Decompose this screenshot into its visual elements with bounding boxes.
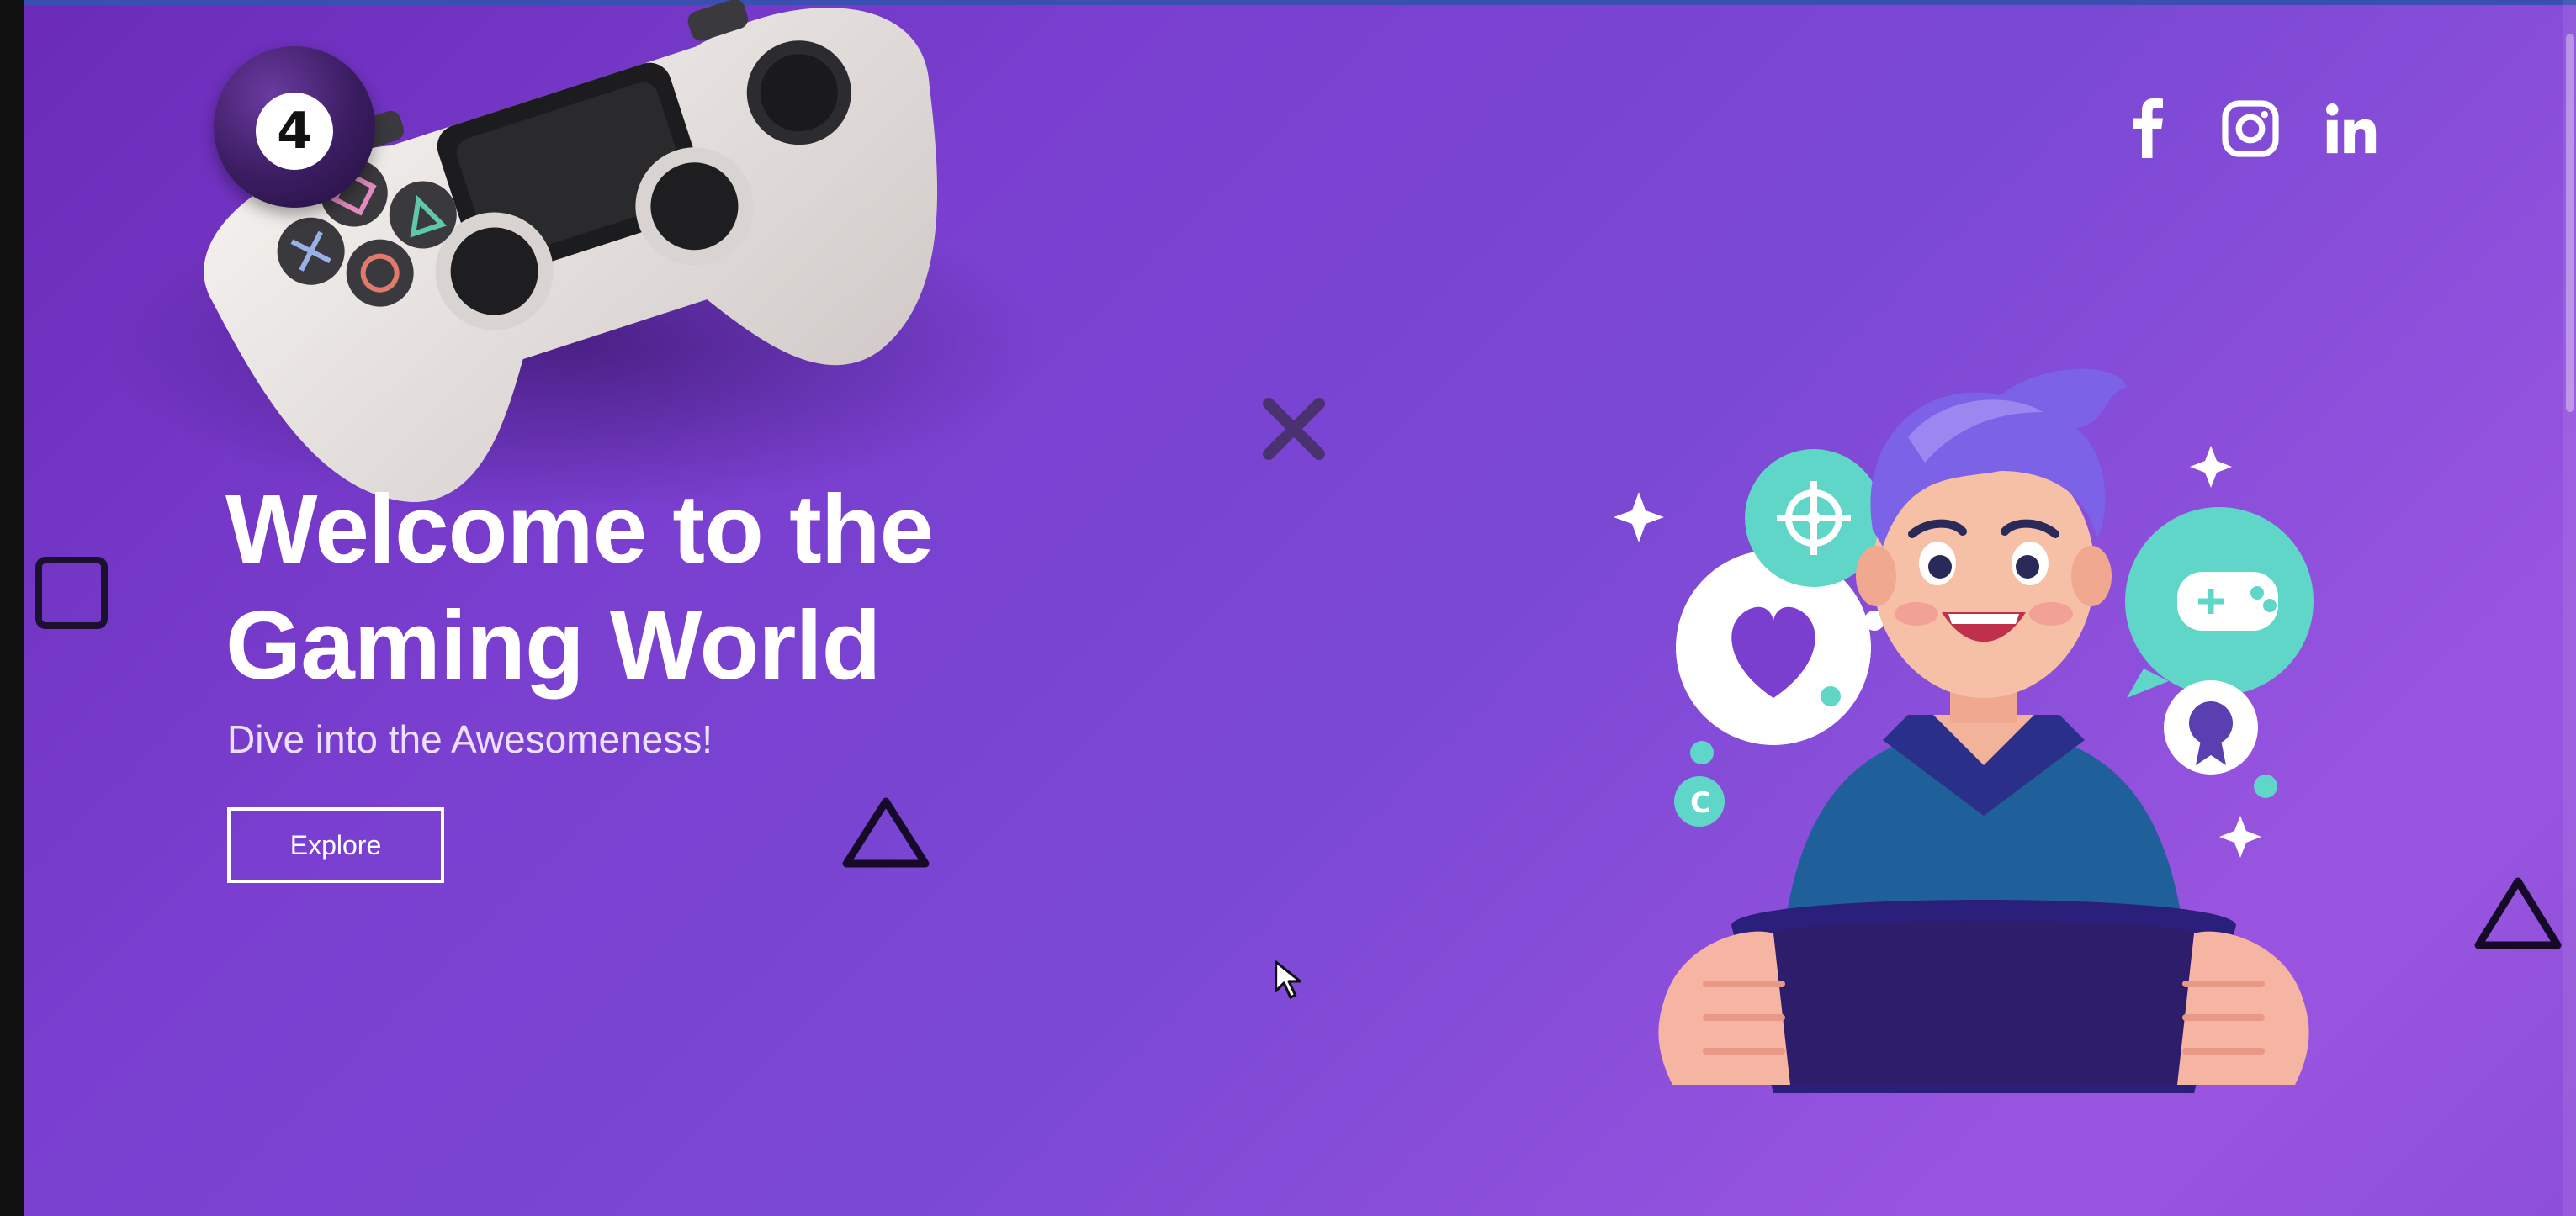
headline-line-2: Gaming World bbox=[225, 590, 882, 700]
x-shape bbox=[1263, 398, 1325, 460]
mouse-cursor bbox=[1275, 960, 1301, 999]
brand-logo[interactable]: 4 bbox=[214, 46, 375, 208]
headline-line-1: Welcome to the bbox=[225, 474, 934, 584]
logo-number: 4 bbox=[256, 93, 333, 170]
linkedin-icon bbox=[2325, 103, 2377, 154]
gamer-illustration: C bbox=[1614, 368, 2314, 1093]
page-scrollbar[interactable] bbox=[2563, 0, 2576, 1216]
window-left-edge bbox=[0, 0, 24, 1216]
hero-headline: Welcome to the Gaming World bbox=[225, 471, 1067, 703]
hero-section: 4 Welcome to the Gaming World Dive into … bbox=[24, 0, 2576, 1216]
linkedin-link[interactable] bbox=[2314, 91, 2389, 167]
square-shape bbox=[35, 557, 108, 629]
instagram-icon bbox=[2222, 100, 2279, 157]
triangle-shape bbox=[2474, 877, 2562, 949]
triangle-shape bbox=[842, 797, 930, 868]
instagram-link[interactable] bbox=[2213, 91, 2288, 167]
svg-text:C: C bbox=[1690, 786, 1711, 820]
explore-button[interactable]: Explore bbox=[227, 807, 444, 883]
scrollbar-thumb[interactable] bbox=[2566, 34, 2574, 412]
facebook-link[interactable] bbox=[2117, 91, 2192, 167]
facebook-icon bbox=[2133, 98, 2163, 158]
hero-subheadline: Dive into the Awesomeness! bbox=[227, 717, 713, 761]
